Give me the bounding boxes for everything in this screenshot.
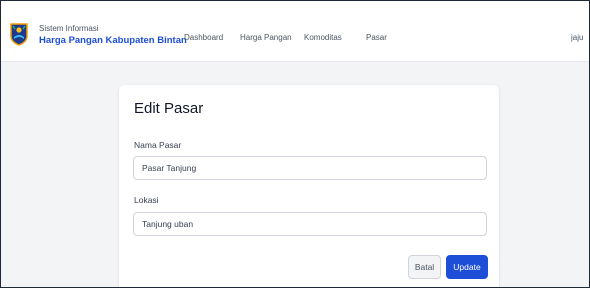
cancel-button[interactable]: Batal bbox=[408, 255, 441, 279]
regency-emblem-icon[interactable] bbox=[9, 22, 29, 46]
page-title: Edit Pasar bbox=[134, 100, 204, 117]
nav-item-harga-pangan[interactable]: Harga Pangan bbox=[240, 33, 292, 42]
brand-subtitle: Sistem Informasi bbox=[39, 24, 99, 33]
nama-pasar-label: Nama Pasar bbox=[134, 140, 182, 150]
nav-item-pasar[interactable]: Pasar bbox=[366, 33, 387, 42]
brand-title[interactable]: Harga Pangan Kabupaten Bintan bbox=[39, 35, 187, 46]
nav-item-dashboard[interactable]: Dashboard bbox=[184, 33, 223, 42]
app-window: Sistem Informasi Harga Pangan Kabupaten … bbox=[0, 0, 590, 288]
lokasi-label: Lokasi bbox=[134, 195, 159, 205]
lokasi-input[interactable] bbox=[133, 212, 487, 236]
edit-pasar-card: Edit Pasar Nama Pasar Lokasi Batal Updat… bbox=[119, 85, 499, 287]
nav-item-komoditas[interactable]: Komoditas bbox=[304, 33, 342, 42]
update-button[interactable]: Update bbox=[446, 255, 488, 279]
top-navbar: Sistem Informasi Harga Pangan Kabupaten … bbox=[1, 1, 589, 62]
user-menu[interactable]: jaju bbox=[571, 33, 583, 42]
nama-pasar-input[interactable] bbox=[133, 156, 487, 180]
